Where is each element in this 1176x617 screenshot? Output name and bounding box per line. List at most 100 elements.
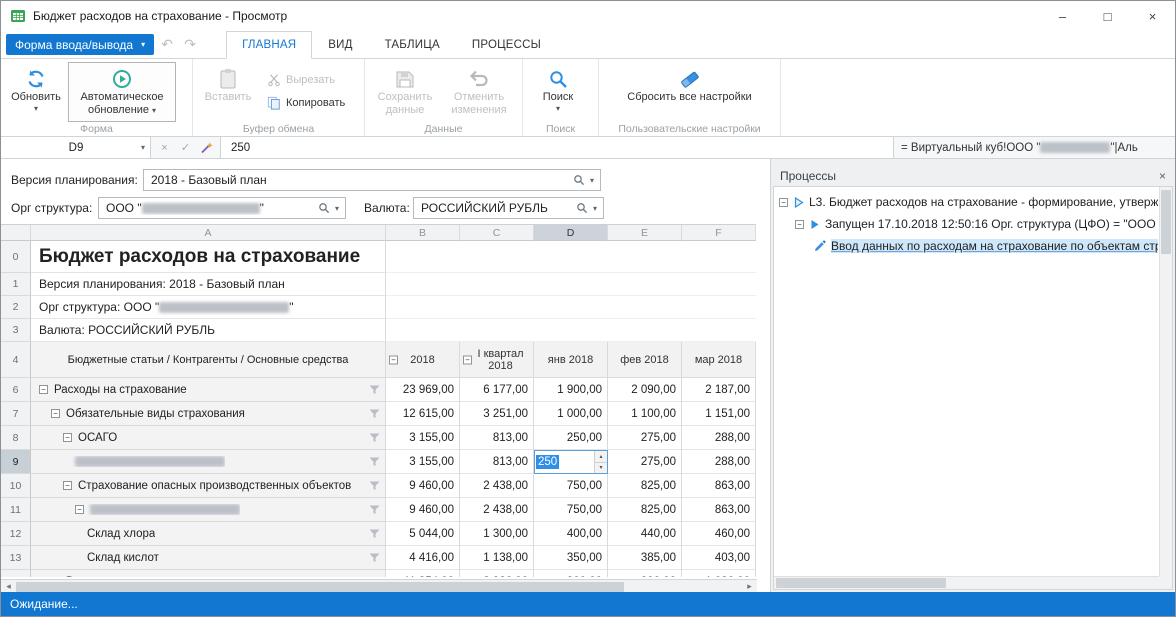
filter-icon[interactable]	[369, 481, 380, 491]
chevron-down-icon[interactable]: ▾	[587, 176, 597, 185]
undo-icon[interactable]: ↶	[157, 36, 177, 53]
value-cell[interactable]: 1 138,00	[460, 546, 534, 570]
sheet-title-cell[interactable]: Бюджет расходов на страхование	[31, 241, 386, 273]
column-letter-B[interactable]: B	[386, 225, 460, 241]
column-header-month[interactable]: янв 2018	[534, 342, 608, 378]
header-label-cell[interactable]: Бюджетные статьи / Контрагенты / Основны…	[31, 342, 386, 378]
tab-glavnaya[interactable]: ГЛАВНАЯ	[226, 31, 312, 59]
row-label-cell[interactable]: Склад хлора	[31, 522, 386, 546]
info-cell[interactable]: Валюта: РОССИЙСКИЙ РУБЛЬ	[31, 319, 386, 342]
value-cell[interactable]: 1 000,00	[534, 402, 608, 426]
value-cell[interactable]: 3 251,00	[460, 402, 534, 426]
collapse-icon[interactable]: −	[795, 220, 804, 229]
row-number[interactable]: 12	[1, 522, 31, 546]
horizontal-scrollbar[interactable]: ◂ ▸	[1, 579, 757, 592]
value-cell[interactable]: 288,00	[682, 426, 756, 450]
vertical-scrollbar[interactable]	[1159, 187, 1172, 576]
row-label-cell[interactable]: −Расходы на страхование	[31, 378, 386, 402]
redo-icon[interactable]: ↷	[180, 36, 200, 53]
value-cell[interactable]: 1 100,00	[608, 402, 682, 426]
row-number[interactable]: 1	[1, 273, 31, 296]
tab-vid[interactable]: ВИД	[312, 32, 368, 58]
formula-input[interactable]: 250	[221, 137, 894, 158]
row-number[interactable]: 4	[1, 342, 31, 378]
row-number[interactable]: 11	[1, 498, 31, 522]
value-cell[interactable]: 825,00	[608, 498, 682, 522]
scrollbar-thumb[interactable]	[776, 578, 946, 588]
value-cell[interactable]: 385,00	[608, 546, 682, 570]
cancel-icon[interactable]: ×	[154, 142, 175, 154]
filter-icon[interactable]	[369, 505, 380, 515]
scrollbar-thumb[interactable]	[16, 582, 624, 592]
value-cell[interactable]: 400,00	[534, 522, 608, 546]
value-cell[interactable]: 350,00	[534, 546, 608, 570]
tab-protsessy[interactable]: ПРОЦЕССЫ	[456, 32, 557, 58]
info-cell[interactable]: Версия планирования: 2018 - Базовый план	[31, 273, 386, 296]
process-item-task[interactable]: Ввод данных по расходам на страхование п…	[774, 235, 1158, 257]
value-cell[interactable]: 825,00	[608, 474, 682, 498]
collapse-icon[interactable]: −	[463, 355, 472, 364]
value-cell[interactable]: 2 187,00	[682, 378, 756, 402]
collapse-icon[interactable]: −	[51, 409, 60, 418]
scroll-right-icon[interactable]: ▸	[742, 581, 757, 592]
horizontal-scrollbar[interactable]	[774, 576, 1159, 589]
value-cell[interactable]: 250,00	[534, 426, 608, 450]
info-cell[interactable]: Орг структура: ООО ""	[31, 296, 386, 319]
search-icon[interactable]	[574, 202, 590, 214]
row-number[interactable]: 13	[1, 546, 31, 570]
row-number[interactable]: 14	[1, 570, 31, 577]
column-letter-C[interactable]: C	[460, 225, 534, 241]
filter-icon[interactable]	[369, 385, 380, 395]
value-cell[interactable]: 1 300,00	[460, 522, 534, 546]
value-cell[interactable]: 460,00	[682, 522, 756, 546]
value-cell[interactable]: 275,00	[608, 426, 682, 450]
scrollbar-thumb[interactable]	[1161, 190, 1171, 254]
row-label-cell[interactable]: −	[31, 498, 386, 522]
collapse-icon[interactable]: −	[39, 385, 48, 394]
column-header-quarter[interactable]: − I квартал 2018	[460, 342, 534, 378]
scroll-left-icon[interactable]: ◂	[1, 581, 16, 592]
value-cell[interactable]: 12 615,00	[386, 402, 460, 426]
refresh-button[interactable]: Обновить ▾	[4, 62, 68, 122]
value-cell[interactable]: 3 155,00	[386, 426, 460, 450]
value-cell[interactable]: 1 151,00	[682, 402, 756, 426]
close-button[interactable]: ×	[1130, 1, 1175, 31]
value-cell[interactable]: 9 460,00	[386, 474, 460, 498]
value-cell[interactable]: 813,00	[460, 450, 534, 474]
process-item-root[interactable]: − L3. Бюджет расходов на страхование - ф…	[774, 191, 1158, 213]
value-cell[interactable]: 990,00	[608, 570, 682, 577]
column-header-month[interactable]: фев 2018	[608, 342, 682, 378]
org-structure-input[interactable]: ООО "" ▾	[98, 197, 346, 219]
maximize-button[interactable]: □	[1085, 1, 1130, 31]
column-header-year[interactable]: − 2018	[386, 342, 460, 378]
copy-button[interactable]: Копировать	[260, 91, 352, 114]
column-header-month[interactable]: мар 2018	[682, 342, 756, 378]
chevron-down-icon[interactable]: ▾	[332, 204, 342, 213]
row-number[interactable]: 6	[1, 378, 31, 402]
row-number[interactable]: 0	[1, 241, 31, 273]
value-cell[interactable]: 750,00	[534, 498, 608, 522]
minimize-button[interactable]: –	[1040, 1, 1085, 31]
value-cell[interactable]: 1 900,00	[534, 378, 608, 402]
value-cell[interactable]: 23 969,00	[386, 378, 460, 402]
value-cell[interactable]: 863,00	[682, 498, 756, 522]
row-number[interactable]: 7	[1, 402, 31, 426]
row-label-cell[interactable]: −Обязательные виды страхования	[31, 402, 386, 426]
spin-down-icon[interactable]: ▾	[595, 463, 607, 474]
currency-input[interactable]: РОССИЙСКИЙ РУБЛЬ ▾	[413, 197, 604, 219]
value-cell[interactable]: 9 460,00	[386, 498, 460, 522]
row-label-cell[interactable]: Склад кислот	[31, 546, 386, 570]
column-letter-D[interactable]: D	[534, 225, 608, 241]
value-cell[interactable]: 1 036,00	[682, 570, 756, 577]
collapse-icon[interactable]: −	[63, 433, 72, 442]
close-panel-icon[interactable]: ×	[1159, 169, 1166, 183]
row-label-cell[interactable]: −Страхование опасных производственных об…	[31, 474, 386, 498]
cell-reference-box[interactable]: D9 ▾	[1, 137, 151, 158]
spinner[interactable]: ▴▾	[594, 451, 607, 473]
filter-icon[interactable]	[369, 529, 380, 539]
filter-icon[interactable]	[369, 577, 380, 578]
value-cell[interactable]: 2 438,00	[460, 474, 534, 498]
column-letter-F[interactable]: F	[682, 225, 756, 241]
confirm-icon[interactable]: ✓	[175, 141, 196, 154]
search-icon[interactable]	[571, 174, 587, 186]
